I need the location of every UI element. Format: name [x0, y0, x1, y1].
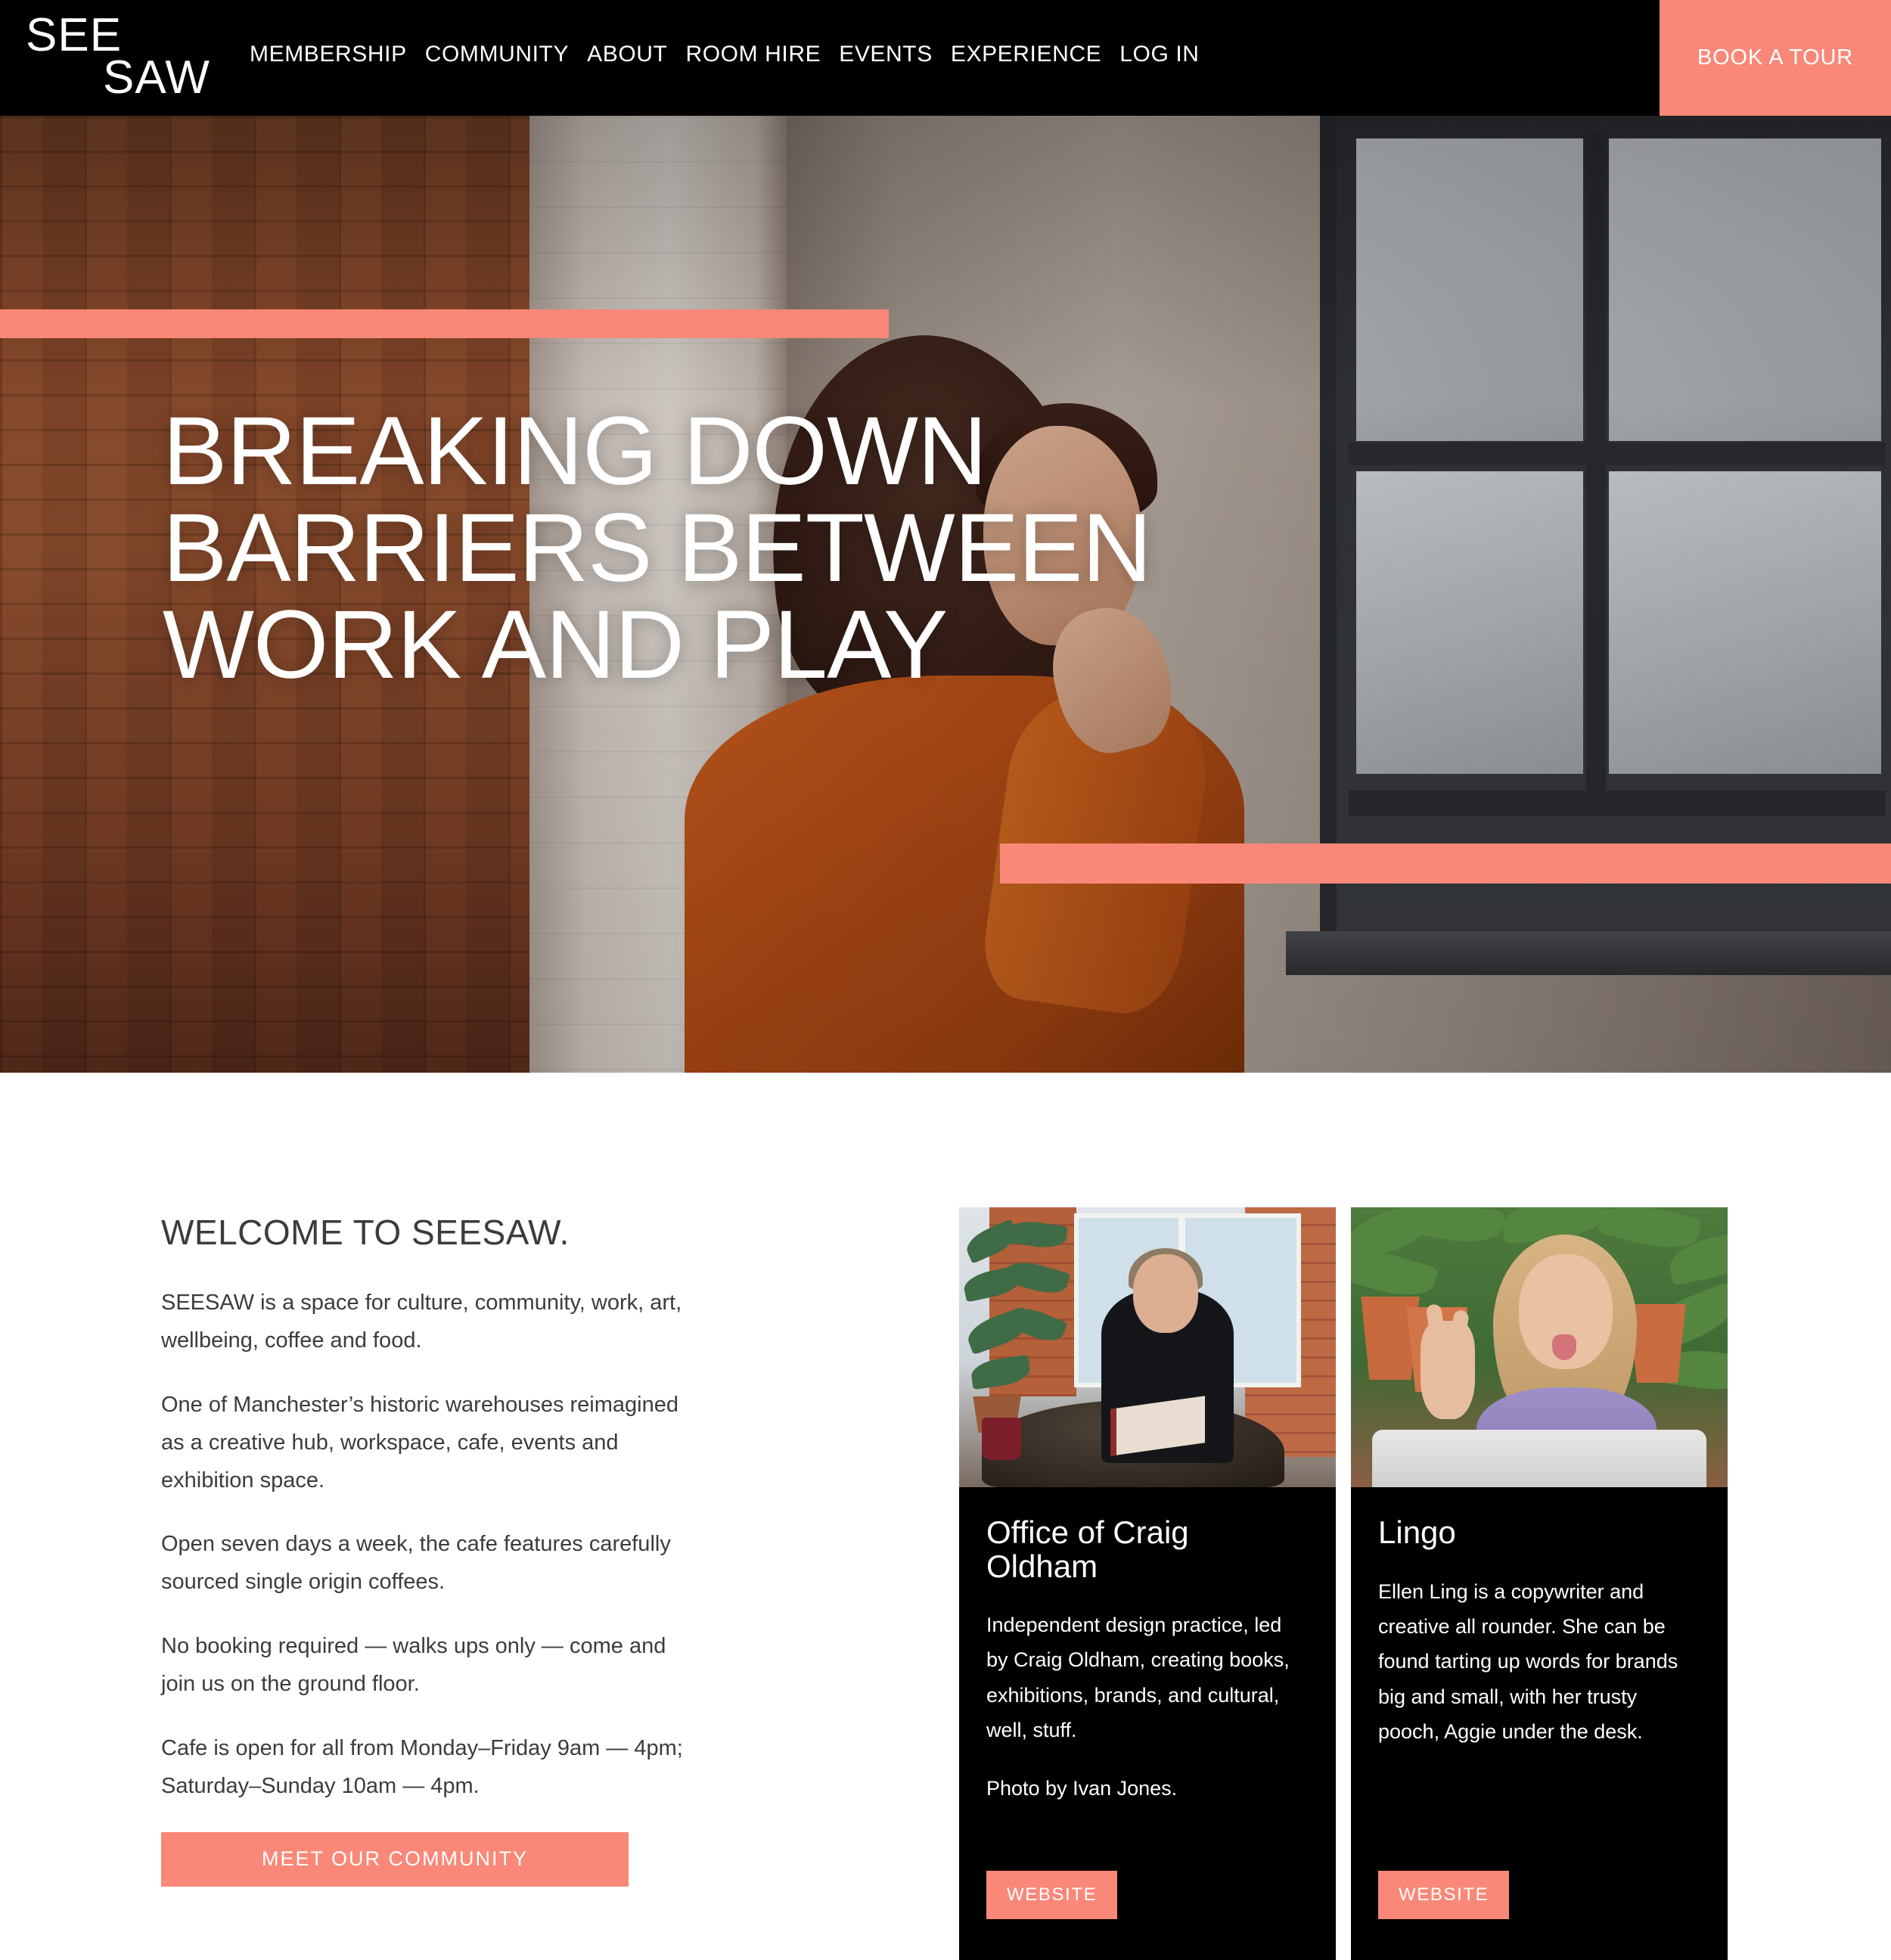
- hero-accent-bar-top: [0, 309, 889, 338]
- nav-item-events[interactable]: EVENTS: [830, 42, 942, 67]
- hero-headline-line-1: BREAKING DOWN: [163, 397, 987, 505]
- nav-item-about[interactable]: ABOUT: [578, 42, 676, 67]
- hero-headline-line-3: WORK AND PLAY: [163, 591, 948, 699]
- welcome-paragraph: Open seven days a week, the cafe feature…: [161, 1532, 671, 1595]
- nav-item-room-hire[interactable]: ROOM HIRE: [676, 42, 830, 67]
- card-website-button[interactable]: WEBSITE: [1378, 1871, 1510, 1919]
- nav-item-experience[interactable]: EXPERIENCE: [942, 42, 1110, 67]
- community-cards: Office of Craig Oldham Independent desig…: [959, 1207, 1728, 1960]
- hero-headline-line-2: BARRIERS BETWEEN: [163, 494, 1152, 602]
- card-body: Lingo Ellen Ling is a copywriter and cre…: [1351, 1487, 1728, 1960]
- main-navigation: MEMBERSHIP COMMUNITY ABOUT ROOM HIRE EVE…: [241, 38, 1209, 71]
- welcome-paragraph: Cafe is open for all from Monday–Friday …: [161, 1735, 683, 1798]
- nav-item-membership[interactable]: MEMBERSHIP: [241, 42, 416, 67]
- welcome-text-column: WELCOME TO SEESAW. SEESAW is a space for…: [161, 1212, 691, 1887]
- nav-item-log-in[interactable]: LOG IN: [1110, 42, 1208, 67]
- welcome-title: WELCOME TO SEESAW.: [161, 1213, 570, 1252]
- card-body: Office of Craig Oldham Independent desig…: [959, 1487, 1336, 1960]
- site-header: SEE SAW MEMBERSHIP COMMUNITY ABOUT ROOM …: [0, 0, 1891, 116]
- community-card[interactable]: Office of Craig Oldham Independent desig…: [959, 1207, 1336, 1960]
- card-description: Independent design practice, led by Crai…: [986, 1614, 1290, 1742]
- welcome-paragraph: No booking required — walks ups only — c…: [161, 1634, 666, 1696]
- card-description: Ellen Ling is a copywriter and creative …: [1378, 1579, 1678, 1744]
- book-a-tour-button[interactable]: BOOK A TOUR: [1660, 0, 1891, 116]
- hero-accent-bar-bottom: [1000, 843, 1891, 884]
- community-card[interactable]: Lingo Ellen Ling is a copywriter and cre…: [1351, 1207, 1728, 1960]
- book-a-tour-label: BOOK A TOUR: [1697, 45, 1853, 70]
- meet-our-community-button[interactable]: MEET OUR COMMUNITY: [161, 1831, 629, 1887]
- card-photo-lingo: [1351, 1207, 1728, 1487]
- welcome-paragraph: SEESAW is a space for culture, community…: [161, 1291, 682, 1353]
- card-title: Lingo: [1378, 1514, 1456, 1550]
- card-photo-credit: Photo by Ivan Jones.: [986, 1776, 1178, 1800]
- hero-section: BREAKING DOWN BARRIERS BETWEEN WORK AND …: [0, 116, 1891, 1073]
- site-logo[interactable]: SEE SAW: [26, 5, 222, 110]
- card-website-button[interactable]: WEBSITE: [986, 1871, 1118, 1919]
- hero-headline: BREAKING DOWN BARRIERS BETWEEN WORK AND …: [163, 397, 1152, 699]
- logo-text-saw: SAW: [103, 51, 210, 104]
- welcome-paragraph: One of Manchester’s historic warehouses …: [161, 1392, 678, 1493]
- nav-item-community[interactable]: COMMUNITY: [416, 42, 578, 67]
- card-photo-office-of-craig-oldham: [959, 1207, 1336, 1487]
- card-title: Office of Craig Oldham: [986, 1514, 1189, 1584]
